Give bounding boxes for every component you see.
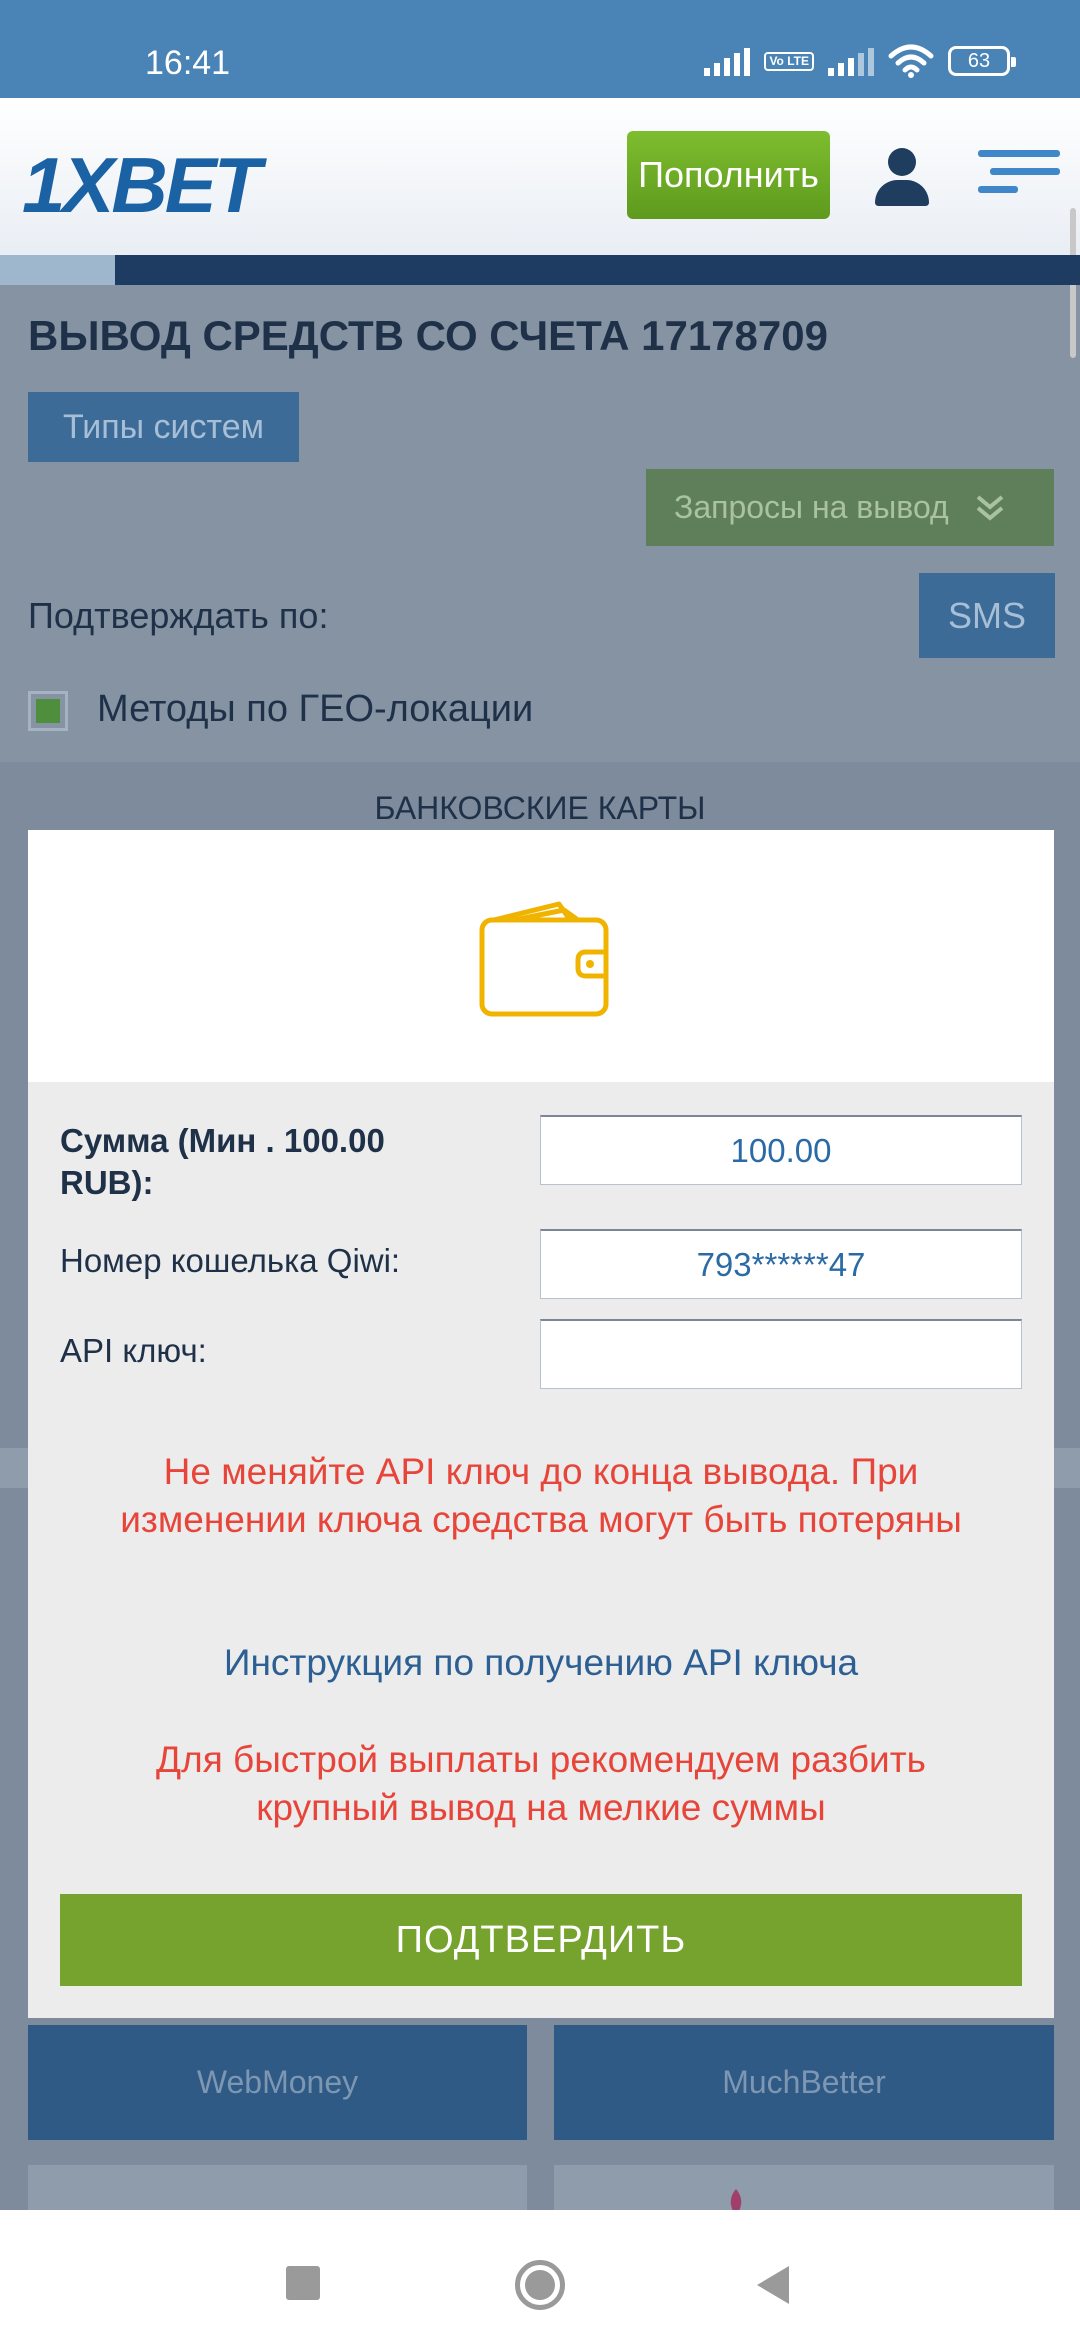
android-nav-bar xyxy=(0,2210,1080,2340)
payment-method-webmoney[interactable]: WebMoney xyxy=(28,2025,527,2140)
battery-icon: 63 xyxy=(948,46,1016,76)
menu-icon[interactable] xyxy=(978,150,1060,200)
modal-header xyxy=(28,830,1054,1082)
sms-button[interactable]: SMS xyxy=(919,573,1055,658)
api-key-warning: Не меняйте API ключ до конца вывода. При… xyxy=(120,1451,962,1540)
api-key-label: API ключ: xyxy=(60,1332,207,1369)
app-header: 1XBET Пополнить xyxy=(0,98,1080,358)
status-icons: Vo LTE 63 xyxy=(704,44,1016,78)
api-key-input[interactable] xyxy=(540,1319,1022,1389)
withdraw-requests-label: Запросы на вывод xyxy=(674,489,949,525)
signal-icon xyxy=(704,46,751,76)
volte-badge: Vo LTE xyxy=(764,51,814,71)
signal-2-icon xyxy=(828,46,874,76)
status-bar: 16:41 Vo LTE 63 xyxy=(0,0,1080,98)
section-title-bank-cards: БАНКОВСКИЕ КАРТЫ xyxy=(374,790,706,826)
deposit-button[interactable]: Пополнить xyxy=(627,131,830,219)
amount-input[interactable]: 100.00 xyxy=(540,1115,1022,1185)
page-title: ВЫВОД СРЕДСТВ СО СЧЕТА 17178709 xyxy=(28,312,828,359)
wallet-icon xyxy=(479,901,609,1017)
confirm-by-label: Подтверждать по: xyxy=(28,595,329,636)
payment-method-tile[interactable] xyxy=(554,2165,1054,2215)
withdraw-requests-button[interactable]: Запросы на вывод xyxy=(646,469,1054,546)
double-chevron-down-icon xyxy=(976,494,1003,521)
home-icon[interactable] xyxy=(515,2260,565,2310)
logo[interactable]: 1XBET xyxy=(22,140,261,231)
split-withdrawal-warning: Для быстрой выплаты рекомендуем разбить … xyxy=(156,1739,926,1828)
confirm-button[interactable]: ПОДТВЕРДИТЬ xyxy=(60,1894,1022,1986)
withdraw-modal: Сумма (Мин . 100.00 RUB): 100.00 Номер к… xyxy=(28,830,1054,2018)
geo-methods-label: Методы по ГЕО-локации xyxy=(97,688,534,730)
back-icon[interactable] xyxy=(757,2266,789,2304)
header-progress-bar xyxy=(0,255,1080,285)
wallet-number-label: Номер кошелька Qiwi: xyxy=(60,1242,401,1279)
status-time: 16:41 xyxy=(145,44,231,82)
amount-label: Сумма (Мин . 100.00 RUB): xyxy=(60,1122,385,1201)
api-key-instruction-link[interactable]: Инструкция по получению API ключа xyxy=(28,1642,1054,1684)
wifi-icon xyxy=(888,44,934,78)
recents-icon[interactable] xyxy=(286,2266,320,2300)
user-icon[interactable] xyxy=(873,148,931,206)
payment-method-tile[interactable] xyxy=(28,2165,527,2210)
system-types-button[interactable]: Типы систем xyxy=(28,392,299,462)
wallet-number-input[interactable]: 793******47 xyxy=(540,1229,1022,1299)
payment-method-muchbetter[interactable]: MuchBetter xyxy=(554,2025,1054,2140)
geo-methods-checkbox[interactable] xyxy=(28,691,68,731)
